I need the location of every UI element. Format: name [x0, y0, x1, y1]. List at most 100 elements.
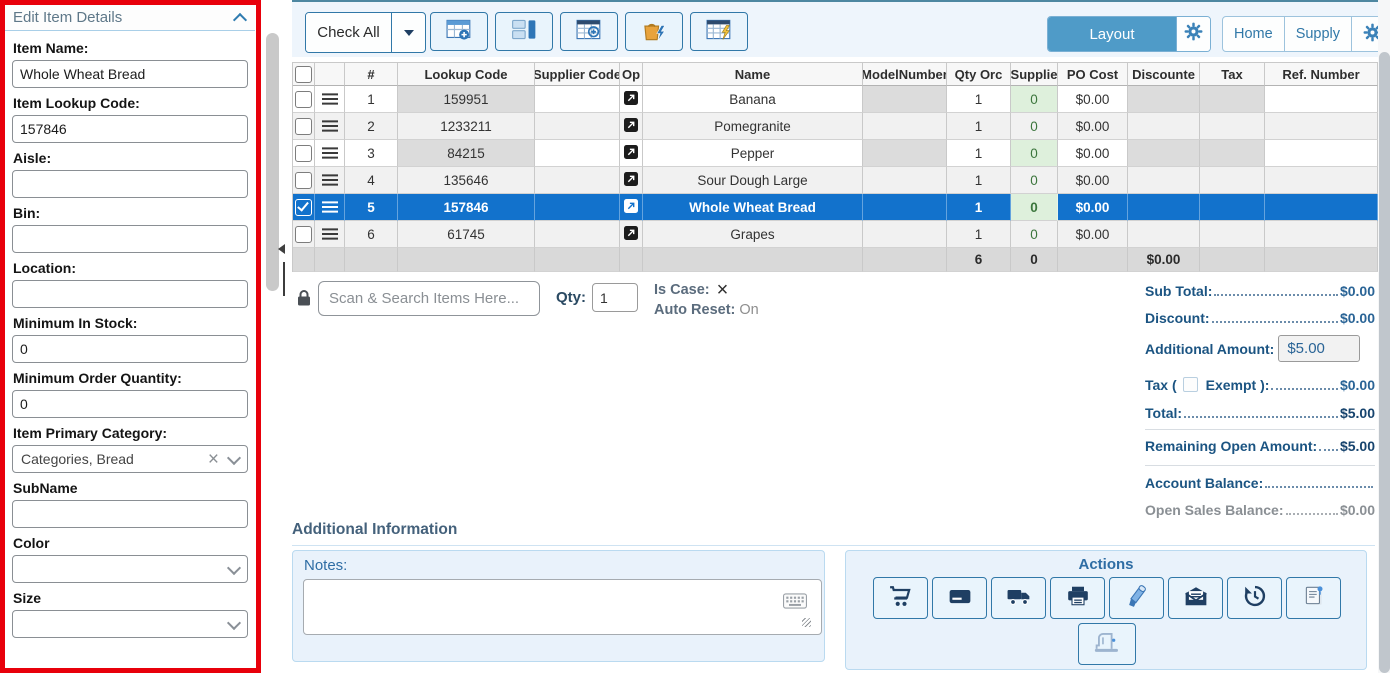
open-item-button[interactable]	[620, 194, 643, 221]
row-checkbox[interactable]	[295, 118, 312, 135]
keyboard-icon[interactable]	[783, 593, 807, 614]
check-all-button[interactable]: Check All	[306, 13, 391, 52]
scan-search-input[interactable]	[318, 281, 540, 316]
caret-down-icon	[404, 30, 414, 36]
column-header-po-cost[interactable]: PO Cost	[1058, 63, 1128, 86]
truck-button[interactable]	[991, 577, 1046, 619]
cell-name: Whole Wheat Bread	[643, 194, 863, 221]
open-item-button[interactable]	[620, 221, 643, 248]
layout-panels-button[interactable]	[495, 12, 553, 51]
additional-amount-input[interactable]	[1278, 335, 1360, 362]
row-checkbox[interactable]	[295, 199, 312, 216]
home-button[interactable]: Home	[1223, 17, 1284, 51]
column-header-tax[interactable]: Tax	[1200, 63, 1265, 86]
bin-input[interactable]	[12, 225, 248, 253]
column-header-op[interactable]: Op	[620, 63, 643, 86]
chevron-up-icon[interactable]	[233, 12, 247, 26]
panel-collapse-arrow-icon[interactable]	[278, 244, 285, 254]
column-header--[interactable]: #	[345, 63, 398, 86]
row-checkbox[interactable]	[295, 145, 312, 162]
row-drag-handle[interactable]	[315, 194, 345, 221]
divider	[1145, 429, 1375, 430]
grid-row-pepper[interactable]: 384215Pepper10$0.00	[293, 140, 1378, 167]
total-empty-cell	[643, 248, 863, 272]
column-header-supplie[interactable]: Supplie	[1011, 63, 1058, 86]
notes-textarea[interactable]	[303, 579, 822, 635]
tax-value: $0.00	[1340, 377, 1375, 393]
check-all-dropdown-button[interactable]	[391, 13, 425, 52]
sewing-machine-button[interactable]	[1078, 623, 1136, 665]
column-header-supplier-code[interactable]: Supplier Code	[535, 63, 620, 86]
cell-supplier: 0	[1011, 113, 1058, 140]
row-checkbox[interactable]	[295, 172, 312, 189]
row-drag-handle[interactable]	[315, 221, 345, 248]
grid-lookup-button[interactable]	[560, 12, 618, 51]
cart-button[interactable]	[873, 577, 928, 619]
quick-sale-bag-button[interactable]	[625, 12, 683, 51]
resize-grip[interactable]	[802, 618, 811, 627]
qty-input[interactable]	[592, 283, 638, 312]
layout-button[interactable]: Layout	[1048, 17, 1176, 51]
printer-button[interactable]	[1050, 577, 1105, 619]
grid-row-sour-dough-large[interactable]: 4135646Sour Dough Large10$0.00	[293, 167, 1378, 194]
item-primary-category-select[interactable]: Categories, Bread×	[12, 445, 248, 473]
new-order-grid-button[interactable]	[430, 12, 488, 51]
grid-row-grapes[interactable]: 661745Grapes10$0.00	[293, 221, 1378, 248]
item-name-label: Item Name:	[13, 40, 248, 56]
row-checkbox[interactable]	[295, 226, 312, 243]
row-checkbox[interactable]	[295, 91, 312, 108]
subname-input[interactable]	[12, 500, 248, 528]
clear-icon[interactable]: ×	[208, 450, 219, 469]
column-header-discounte[interactable]: Discounte	[1128, 63, 1200, 86]
minimum-order-quantity-input[interactable]	[12, 390, 248, 418]
history-button[interactable]	[1227, 577, 1282, 619]
note-button[interactable]	[1286, 577, 1341, 619]
credit-card-button[interactable]	[932, 577, 987, 619]
edit-panel-header[interactable]: Edit Item Details	[5, 5, 255, 31]
cell-name: Sour Dough Large	[643, 167, 863, 194]
dot-leader	[1212, 321, 1338, 323]
column-header-modelnumber[interactable]: ModelNumber	[863, 63, 947, 86]
edit-panel-title: Edit Item Details	[13, 9, 122, 26]
column-header-lookup-code[interactable]: Lookup Code	[398, 63, 535, 86]
truck-icon	[1005, 584, 1033, 613]
aisle-input[interactable]	[12, 170, 248, 198]
dot-leader	[1184, 416, 1338, 418]
row-drag-handle[interactable]	[315, 140, 345, 167]
size-select[interactable]	[12, 610, 248, 638]
panel-splitter-handle[interactable]	[283, 262, 285, 296]
grid-row-pomegranite[interactable]: 21233211Pomegranite10$0.00	[293, 113, 1378, 140]
column-header-qty-orc[interactable]: Qty Orc	[947, 63, 1011, 86]
grid-row-banana[interactable]: 1159951Banana10$0.00	[293, 86, 1378, 113]
item-lookup-code-input[interactable]	[12, 115, 248, 143]
column-header-name[interactable]: Name	[643, 63, 863, 86]
tax-exempt-checkbox[interactable]	[1183, 377, 1198, 392]
header-checkbox[interactable]	[295, 66, 312, 83]
total-empty-cell	[1200, 248, 1265, 272]
cell-po_cost: $0.00	[1058, 113, 1128, 140]
total-label: Total:	[1145, 405, 1182, 421]
price-gun-button[interactable]	[1109, 577, 1164, 619]
open-item-button[interactable]	[620, 140, 643, 167]
open-item-button[interactable]	[620, 167, 643, 194]
mail-button[interactable]	[1168, 577, 1223, 619]
open-item-button[interactable]	[620, 113, 643, 140]
minimum-in-stock-label: Minimum In Stock:	[13, 315, 248, 331]
row-drag-handle[interactable]	[315, 167, 345, 194]
grid-row-whole-wheat-bread[interactable]: 5157846Whole Wheat Bread10$0.00	[293, 194, 1378, 221]
open-item-button[interactable]	[620, 86, 643, 113]
is-case-x-icon[interactable]: ×	[717, 283, 729, 297]
layout-settings-button[interactable]	[1176, 17, 1210, 51]
row-drag-handle[interactable]	[315, 86, 345, 113]
row-drag-handle[interactable]	[315, 113, 345, 140]
vertical-scrollbar-thumb[interactable]	[1379, 52, 1390, 673]
account-balance-label: Account Balance:	[1145, 475, 1263, 491]
supply-button[interactable]: Supply	[1285, 17, 1351, 51]
item-primary-category-label: Item Primary Category:	[13, 425, 248, 441]
quick-grid-button[interactable]	[690, 12, 748, 51]
item-name-input[interactable]	[12, 60, 248, 88]
location-input[interactable]	[12, 280, 248, 308]
minimum-in-stock-input[interactable]	[12, 335, 248, 363]
column-header-ref-number[interactable]: Ref. Number	[1265, 63, 1378, 86]
color-select[interactable]	[12, 555, 248, 583]
